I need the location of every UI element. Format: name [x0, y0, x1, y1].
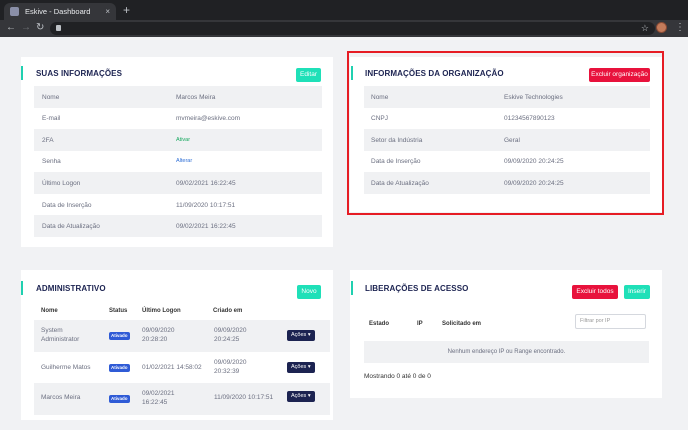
info-label: Último Logon: [42, 179, 81, 187]
actions-dropdown[interactable]: Ações ▾: [287, 330, 315, 341]
forward-icon[interactable]: →: [21, 22, 31, 34]
info-value: 11/09/2020 10:17:51: [176, 201, 236, 209]
info-label: Nome: [42, 93, 60, 101]
address-bar: ← → ↻ ☆: [0, 20, 688, 37]
new-user-button[interactable]: Novo: [297, 285, 321, 299]
profile-avatar[interactable]: [656, 22, 667, 33]
pagination-info: Mostrando 0 até 0 de 0: [364, 373, 431, 380]
col-criado-em: Criado em: [213, 308, 243, 314]
highlight-box: [347, 51, 664, 215]
user-name: Administrator: [41, 336, 80, 343]
filter-ip-input[interactable]: Filtrar por IP: [575, 314, 646, 329]
table-row: Marcos Meira Ativado 09/02/2021 16:22:45…: [34, 383, 330, 415]
access-title: LIBERAÇÕES DE ACESSO: [365, 284, 469, 293]
col-status: Status: [109, 308, 128, 314]
user-info-accent: [21, 66, 23, 80]
col-nome: Nome: [41, 308, 58, 314]
created-at: 20:24:25: [214, 336, 240, 343]
last-logon: 09/09/2020: [142, 327, 175, 334]
info-row-password: Senha Alterar: [34, 150, 322, 172]
bookmark-star-icon[interactable]: ☆: [641, 22, 649, 35]
back-icon[interactable]: ←: [6, 22, 16, 34]
last-logon: 16:22:45: [142, 399, 168, 406]
info-row-email: E-mail mvmeira@eskive.com: [34, 107, 322, 129]
info-row-2fa: 2FA Ativar: [34, 129, 322, 151]
admin-title: ADMINISTRATIVO: [36, 284, 106, 293]
user-name: Guilherme Matos: [41, 364, 91, 371]
info-row-name: Nome Marcos Meira: [34, 86, 322, 108]
created-at: 09/09/2020: [214, 359, 247, 366]
last-logon: 09/02/2021: [142, 390, 175, 397]
tab-title: Eskive - Dashboard: [25, 7, 91, 16]
info-label: Data de Inserção: [42, 201, 92, 209]
col-ultimo-logon: Último Logon: [142, 308, 181, 314]
edit-button[interactable]: Editar: [296, 68, 321, 82]
url-input[interactable]: ☆: [50, 22, 655, 35]
actions-dropdown[interactable]: Ações ▾: [287, 391, 315, 402]
change-password-link[interactable]: Alterar: [176, 158, 192, 164]
access-accent: [351, 281, 353, 295]
user-info-title: SUAS INFORMAÇÕES: [36, 69, 123, 78]
lock-icon: [56, 25, 61, 31]
last-logon: 01/02/2021 14:58:02: [142, 364, 202, 371]
delete-all-button[interactable]: Excluir todos: [572, 285, 618, 299]
info-value: Marcos Meira: [176, 93, 216, 101]
browser-tab[interactable]: Eskive - Dashboard ×: [4, 3, 116, 20]
status-badge: Ativado: [109, 364, 130, 372]
info-label: 2FA: [42, 136, 54, 144]
info-value: 09/02/2021 16:22:45: [176, 179, 236, 187]
col-estado: Estado: [369, 321, 390, 327]
last-logon: 20:28:20: [142, 336, 168, 343]
user-name: System: [41, 327, 63, 334]
enable-2fa-link[interactable]: Ativar: [176, 137, 190, 143]
user-name: Marcos Meira: [41, 394, 81, 401]
created-at: 11/09/2020 10:17:51: [214, 394, 274, 401]
insert-button[interactable]: Inserir: [624, 285, 650, 299]
status-badge: Ativado: [109, 332, 130, 340]
table-row: Guilherme Matos Ativado 01/02/2021 14:58…: [34, 352, 330, 384]
empty-table-message: Nenhum endereço IP ou Range encontrado.: [364, 341, 649, 363]
col-ip: IP: [417, 321, 423, 327]
favicon-icon: [10, 7, 19, 16]
col-solicitado-em: Solicitado em: [442, 321, 482, 327]
info-label: Data de Atualização: [42, 222, 100, 230]
created-at: 20:32:39: [214, 368, 240, 375]
info-value: mvmeira@eskive.com: [176, 114, 241, 122]
info-value: 09/02/2021 16:22:45: [176, 222, 236, 230]
table-row: System Administrator Ativado 09/09/2020 …: [34, 320, 330, 352]
close-tab-icon[interactable]: ×: [105, 7, 110, 16]
browser-tab-bar: Eskive - Dashboard × +: [0, 0, 688, 20]
new-tab-icon[interactable]: +: [123, 3, 130, 17]
info-label: Senha: [42, 157, 61, 165]
menu-kebab-icon[interactable]: ⋮: [675, 21, 685, 35]
info-row-inserted: Data de Inserção 11/09/2020 10:17:51: [34, 194, 322, 216]
info-row-last-logon: Último Logon 09/02/2021 16:22:45: [34, 172, 322, 194]
admin-accent: [21, 281, 23, 295]
reload-icon[interactable]: ↻: [36, 22, 44, 34]
created-at: 09/09/2020: [214, 327, 247, 334]
actions-dropdown[interactable]: Ações ▾: [287, 362, 315, 373]
info-row-updated: Data de Atualização 09/02/2021 16:22:45: [34, 215, 322, 237]
status-badge: Ativado: [109, 395, 130, 403]
info-label: E-mail: [42, 114, 61, 122]
